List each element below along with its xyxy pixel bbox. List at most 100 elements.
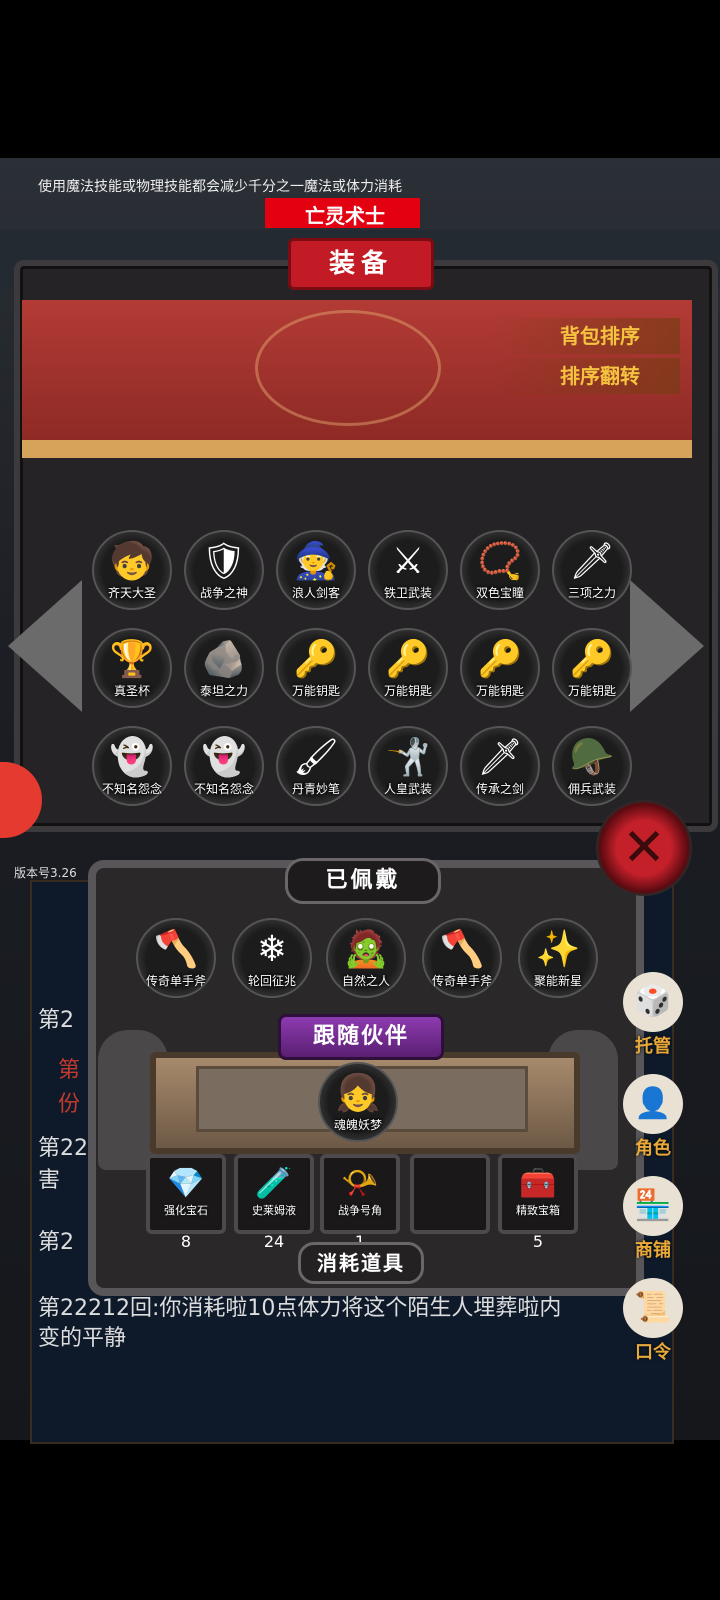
gem-icon: 💎 bbox=[167, 1166, 205, 1201]
key-icon: 🔑 bbox=[293, 639, 339, 680]
scroll-icon: 📜 bbox=[623, 1278, 683, 1338]
log-line: 第22 bbox=[38, 1136, 88, 1161]
inventory-slot[interactable]: 🧙 浪人剑客 bbox=[276, 530, 356, 610]
right-menu-label: 角色 bbox=[635, 1138, 671, 1159]
empty-consumable-slot[interactable] bbox=[410, 1154, 490, 1234]
inventory-label: 万能钥匙 bbox=[567, 684, 616, 698]
monkey-king-icon: 🧒 bbox=[109, 541, 155, 582]
prev-page-arrow[interactable] bbox=[8, 580, 82, 712]
inventory-slot[interactable]: 🤺 人皇武装 bbox=[368, 726, 448, 806]
equipped-slot[interactable]: ✨ 聚能新星 bbox=[518, 918, 598, 998]
inventory-slot[interactable]: 🏆 真圣杯 bbox=[92, 628, 172, 708]
next-page-arrow[interactable] bbox=[630, 580, 704, 712]
log-line: 份 bbox=[58, 1092, 81, 1117]
log-line: 变的平静 bbox=[38, 1326, 127, 1351]
shop-icon: 🏪 bbox=[623, 1176, 683, 1236]
inventory-slot[interactable]: 👻 不知名怨念 bbox=[92, 726, 172, 806]
consumable-slot[interactable]: 🧰 精致宝箱 5 bbox=[498, 1154, 578, 1251]
inventory-label: 齐天大圣 bbox=[107, 586, 156, 600]
consumables-title: 消耗道具 bbox=[298, 1242, 424, 1284]
inventory-label: 万能钥匙 bbox=[475, 684, 524, 698]
chest-icon: 🧰 bbox=[519, 1166, 557, 1201]
equipped-title: 已佩戴 bbox=[285, 858, 441, 904]
inventory-slot[interactable]: 🛡 战争之神 bbox=[184, 530, 264, 610]
panel-title: 装备 bbox=[288, 238, 434, 290]
inventory-slot[interactable]: 🔑 万能钥匙 bbox=[368, 628, 448, 708]
close-button[interactable]: ✕ bbox=[596, 800, 692, 896]
ronin-icon: 🧙 bbox=[293, 541, 339, 582]
inventory-slot[interactable]: 🔑 万能钥匙 bbox=[276, 628, 356, 708]
titan-icon: 🪨 bbox=[201, 639, 247, 680]
version-label: 版本号3.26 bbox=[14, 866, 77, 880]
inventory-label: 不知名怨念 bbox=[101, 782, 162, 796]
consumable-label: 史莱姆液 bbox=[252, 1204, 296, 1217]
equipped-slot[interactable]: 🪓 传奇单手斧 bbox=[422, 918, 502, 998]
equipped-slot[interactable]: 🧟 自然之人 bbox=[326, 918, 406, 998]
ghost-icon: 👻 bbox=[201, 737, 247, 778]
log-line: 害 bbox=[38, 1168, 61, 1193]
right-menu-label: 商铺 bbox=[635, 1240, 671, 1261]
equipped-slot[interactable]: 🪓 传奇单手斧 bbox=[136, 918, 216, 998]
right-menu-item[interactable]: 👤 角色 bbox=[620, 1074, 686, 1160]
consumable-count: 8 bbox=[180, 1232, 192, 1251]
ghost-icon: 👻 bbox=[109, 737, 155, 778]
key-icon: 🔑 bbox=[477, 639, 523, 680]
mercenary-icon: 🪖 bbox=[569, 737, 615, 778]
inventory-label: 不知名怨念 bbox=[193, 782, 254, 796]
inventory-slot[interactable]: 🪖 佣兵武装 bbox=[552, 726, 632, 806]
axe-icon: 🪓 bbox=[153, 929, 199, 970]
equipped-label: 传奇单手斧 bbox=[145, 974, 206, 988]
companion-slot[interactable]: 👧 魂魄妖梦 bbox=[318, 1062, 398, 1142]
log-line: 第2 bbox=[38, 1230, 74, 1255]
inventory-label: 战争之神 bbox=[199, 586, 248, 600]
right-menu-item[interactable]: 🎲 托管 bbox=[620, 972, 686, 1058]
inventory-slot[interactable]: 🪨 泰坦之力 bbox=[184, 628, 264, 708]
right-menu-item[interactable]: 🏪 商铺 bbox=[620, 1176, 686, 1262]
inventory-slot[interactable]: 🔑 万能钥匙 bbox=[552, 628, 632, 708]
inventory-label: 万能钥匙 bbox=[383, 684, 432, 698]
reverse-sort-button[interactable]: 排序翻转 bbox=[490, 358, 680, 394]
crossed-swords-emblem bbox=[255, 310, 441, 426]
consumable-slot[interactable]: 💎 强化宝石 8 bbox=[146, 1154, 226, 1251]
right-menu-item[interactable]: 📜 口令 bbox=[620, 1278, 686, 1364]
inventory-slot[interactable]: 🧒 齐天大圣 bbox=[92, 530, 172, 610]
inventory-label: 传承之剑 bbox=[475, 782, 524, 796]
consumable-slot[interactable]: 📯战争号角1 bbox=[320, 1154, 400, 1251]
inventory-label: 万能钥匙 bbox=[291, 684, 340, 698]
inventory-slot[interactable]: 🗡 传承之剑 bbox=[460, 726, 540, 806]
twin-gem-icon: 📿 bbox=[477, 541, 523, 582]
nature-figure-icon: 🧟 bbox=[343, 929, 389, 970]
equipped-label: 传奇单手斧 bbox=[431, 974, 492, 988]
inventory-label: 泰坦之力 bbox=[199, 684, 248, 698]
iron-guard-icon: ⚔ bbox=[391, 541, 425, 582]
equipped-slot[interactable]: ❄ 轮回征兆 bbox=[232, 918, 312, 998]
sort-bag-button[interactable]: 背包排序 bbox=[490, 318, 680, 354]
sword-icon: 🗡 bbox=[477, 737, 523, 778]
horn-icon: 📯 bbox=[341, 1166, 379, 1201]
log-line: 第22212回:你消耗啦10点体力将这个陌生人埋葬啦内 bbox=[38, 1296, 562, 1321]
equipped-label: 轮回征兆 bbox=[247, 974, 296, 988]
equipped-label: 自然之人 bbox=[341, 974, 390, 988]
log-line: 第2 bbox=[38, 1008, 74, 1033]
inventory-slot[interactable]: 🔑 万能钥匙 bbox=[460, 628, 540, 708]
inventory-slot[interactable]: ⚔ 铁卫武装 bbox=[368, 530, 448, 610]
inventory-slot[interactable]: 🖌 丹青妙笔 bbox=[276, 726, 356, 806]
consumable-label: 强化宝石 bbox=[164, 1204, 208, 1217]
inventory-slot[interactable]: 🗡 三项之力 bbox=[552, 530, 632, 610]
dice-icon: 🎲 bbox=[623, 972, 683, 1032]
log-line: 第 bbox=[58, 1058, 81, 1083]
key-icon: 🔑 bbox=[385, 639, 431, 680]
inventory-slot[interactable]: 👻 不知名怨念 bbox=[184, 726, 264, 806]
inventory-label: 真圣杯 bbox=[113, 684, 150, 698]
brush-icon: 🖌 bbox=[293, 737, 339, 778]
inventory-slot[interactable]: 📿 双色宝瞳 bbox=[460, 530, 540, 610]
inventory-label: 铁卫武装 bbox=[383, 586, 432, 600]
consumable-count: 5 bbox=[532, 1232, 544, 1251]
consumable-slot[interactable]: 🧪 史莱姆液 24 bbox=[234, 1154, 314, 1251]
inventory-label: 三项之力 bbox=[567, 586, 616, 600]
inventory-label: 双色宝瞳 bbox=[475, 586, 524, 600]
equipped-label: 聚能新星 bbox=[533, 974, 582, 988]
inventory-label: 佣兵武装 bbox=[567, 782, 616, 796]
class-name: 亡灵术士 bbox=[305, 204, 385, 228]
companion-title: 跟随伙伴 bbox=[278, 1014, 444, 1060]
